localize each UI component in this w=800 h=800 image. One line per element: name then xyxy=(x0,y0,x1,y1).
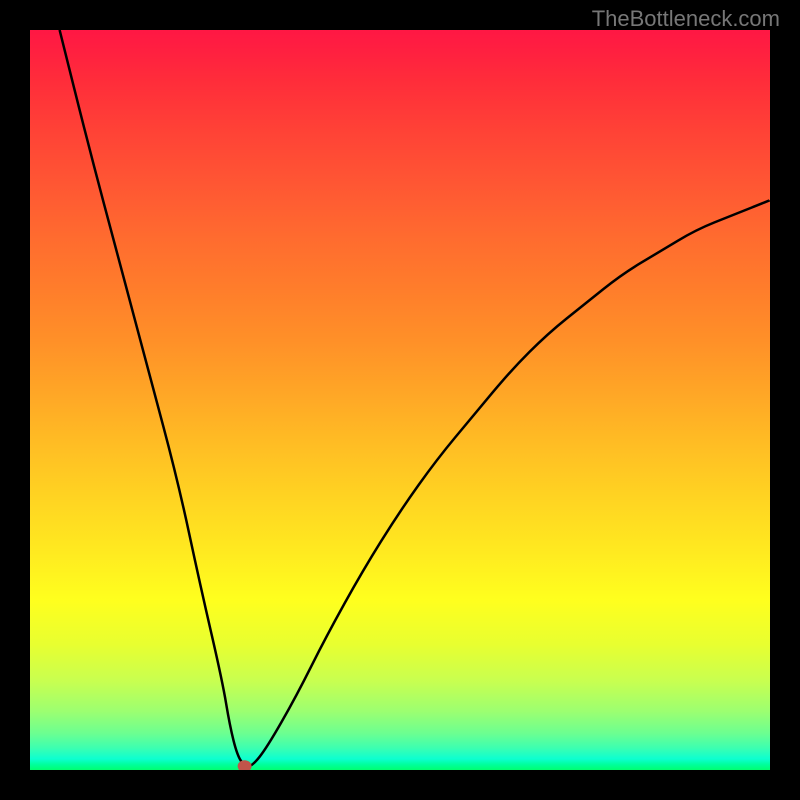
bottleneck-curve-path xyxy=(60,30,770,766)
chart-container xyxy=(30,30,770,770)
chart-svg xyxy=(30,30,770,770)
watermark-text: TheBottleneck.com xyxy=(592,6,780,32)
optimal-point-marker xyxy=(238,760,252,770)
